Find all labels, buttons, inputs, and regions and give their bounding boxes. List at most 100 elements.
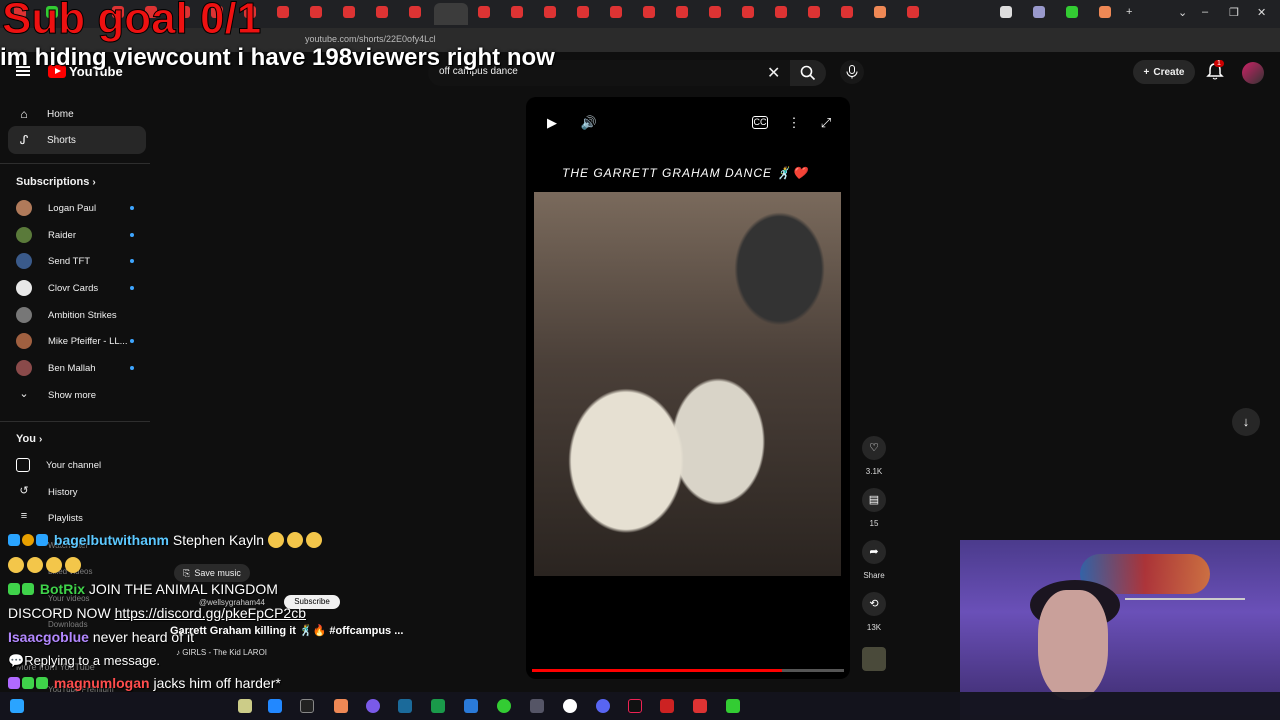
- sidebar-item-subscription[interactable]: Send TFT: [16, 251, 136, 271]
- tab-list-icon[interactable]: ⌄: [1178, 6, 1187, 19]
- browser-tab[interactable]: [841, 6, 853, 18]
- you-header[interactable]: You ›: [16, 433, 42, 445]
- sidebar-item-subscription[interactable]: Mike Pfeiffer - LL...: [16, 331, 136, 351]
- smile-emote-icon: [65, 557, 81, 573]
- plus-icon: +: [1143, 66, 1150, 78]
- search-button[interactable]: [790, 60, 826, 86]
- maximize-icon[interactable]: ❐: [1229, 6, 1239, 19]
- search-icon: [800, 65, 816, 81]
- taskbar-app-icon[interactable]: [366, 699, 380, 713]
- sidebar-item-subscription[interactable]: Clovr Cards: [16, 278, 136, 298]
- chat-text: Stephen Kayln: [172, 532, 264, 548]
- short-music-label[interactable]: ♪ GIRLS - The Kid LAROI: [176, 648, 267, 657]
- create-button[interactable]: + Create: [1133, 60, 1195, 84]
- browser-tab[interactable]: [709, 6, 721, 18]
- taskbar-app-icon[interactable]: [563, 699, 577, 713]
- steam-icon[interactable]: [398, 699, 412, 713]
- account-avatar[interactable]: [1242, 62, 1264, 84]
- like-button[interactable]: ♡: [862, 436, 886, 460]
- sidebar-item-home[interactable]: ⌂ Home: [8, 100, 146, 128]
- minimize-icon[interactable]: –: [1202, 6, 1208, 18]
- browser-tab[interactable]: [643, 6, 655, 18]
- discord-icon[interactable]: [596, 699, 610, 713]
- sidebar-item-subscription[interactable]: Ben Mallah: [16, 358, 136, 378]
- remix-button[interactable]: ⟲: [862, 592, 886, 616]
- browser-tab[interactable]: [409, 6, 421, 18]
- chat-link[interactable]: https://discord.gg/pkeFpCP2cb: [115, 605, 306, 621]
- sound-thumbnail[interactable]: [862, 647, 886, 671]
- volume-icon[interactable]: 🔊: [580, 114, 598, 132]
- next-short-button[interactable]: ↓: [1232, 408, 1260, 436]
- taskbar-app-icon[interactable]: [660, 699, 674, 713]
- comments-button[interactable]: ▤: [862, 488, 886, 512]
- new-content-dot: [130, 233, 134, 237]
- browser-tab[interactable]: [511, 6, 523, 18]
- sidebar-item-history[interactable]: ↺ History: [16, 482, 136, 502]
- browser-tab[interactable]: [376, 6, 388, 18]
- browser-tab[interactable]: [544, 6, 556, 18]
- browser-tab[interactable]: [1099, 6, 1111, 18]
- more-options-icon[interactable]: ⋮: [785, 114, 803, 132]
- url-text[interactable]: youtube.com/shorts/22E0ofy4Lcl: [305, 34, 436, 44]
- short-caption[interactable]: Garrett Graham killing it 🕺🔥 #offcampus …: [170, 624, 403, 637]
- show-more-button[interactable]: ⌄ Show more: [16, 385, 136, 405]
- new-content-dot: [130, 366, 134, 370]
- taskbar-app-icon[interactable]: [530, 699, 544, 713]
- sidebar-item-your-channel[interactable]: Your channel: [16, 455, 136, 475]
- clear-search-icon[interactable]: ✕: [767, 63, 780, 83]
- browser-tab[interactable]: [610, 6, 622, 18]
- browser-tab[interactable]: [775, 6, 787, 18]
- sidebar-item-playlists[interactable]: ≡ Playlists: [16, 508, 136, 528]
- browser-tab[interactable]: [808, 6, 820, 18]
- sidebar-item-subscription[interactable]: Raider: [16, 225, 136, 245]
- browser-tab[interactable]: [874, 6, 886, 18]
- share-icon: ➦: [869, 546, 879, 558]
- brave-browser-icon[interactable]: [334, 699, 348, 713]
- chat-text: jacks him off harder*: [153, 675, 281, 691]
- save-music-button[interactable]: ⎘ Save music: [174, 564, 250, 582]
- taskbar-app-icon[interactable]: [300, 699, 314, 713]
- browser-tab[interactable]: [343, 6, 355, 18]
- sidebar-item-shorts[interactable]: ᔑ Shorts: [8, 126, 146, 154]
- browser-tab[interactable]: [742, 6, 754, 18]
- smile-emote-icon: [27, 557, 43, 573]
- browser-tab-active[interactable]: [434, 3, 468, 25]
- subscriptions-header[interactable]: Subscriptions ›: [16, 176, 96, 188]
- fullscreen-icon[interactable]: ⤢: [817, 114, 835, 132]
- browser-tab[interactable]: [310, 6, 322, 18]
- chat-text: JOIN THE ANIMAL KINGDOM: [88, 581, 278, 597]
- voice-search-button[interactable]: [840, 60, 864, 84]
- share-button[interactable]: ➦: [862, 540, 886, 564]
- taskbar-app-icon[interactable]: [431, 699, 445, 713]
- browser-tab[interactable]: [1066, 6, 1078, 18]
- captions-icon[interactable]: CC: [752, 116, 768, 129]
- browser-tab[interactable]: [907, 6, 919, 18]
- browser-tab[interactable]: [277, 6, 289, 18]
- kick-icon[interactable]: [726, 699, 740, 713]
- browser-tab[interactable]: [577, 6, 589, 18]
- play-icon[interactable]: ▶: [543, 114, 561, 132]
- smile-emote-icon: [305, 532, 322, 548]
- smile-emote-icon: [46, 557, 62, 573]
- browser-tab[interactable]: [1033, 6, 1045, 18]
- sidebar-item-subscription[interactable]: Ambition Strikes: [16, 305, 136, 325]
- sidebar-item-subscription[interactable]: Logan Paul: [16, 198, 136, 218]
- arrow-down-icon: ↓: [1242, 414, 1250, 429]
- tiktok-icon[interactable]: [628, 699, 642, 713]
- browser-tab[interactable]: [676, 6, 688, 18]
- thumbs-up-icon: ♡: [869, 442, 879, 454]
- browser-tab[interactable]: [1000, 6, 1012, 18]
- new-tab-icon[interactable]: +: [1126, 6, 1132, 18]
- webcam-streamer: [1038, 590, 1108, 700]
- file-explorer-icon[interactable]: [464, 699, 478, 713]
- close-window-icon[interactable]: ✕: [1257, 6, 1266, 19]
- chat-username: magnumlogan: [53, 675, 150, 691]
- taskbar-app-icon[interactable]: [238, 699, 252, 713]
- browser-tab[interactable]: [478, 6, 490, 18]
- taskbar-app-icon[interactable]: [268, 699, 282, 713]
- taskbar-app-icon[interactable]: [693, 699, 707, 713]
- sidebar-item-downloads[interactable]: Downloads: [48, 620, 88, 629]
- xbox-icon[interactable]: [497, 699, 511, 713]
- windows-start-icon[interactable]: [10, 699, 24, 713]
- smile-emote-icon: [286, 532, 303, 548]
